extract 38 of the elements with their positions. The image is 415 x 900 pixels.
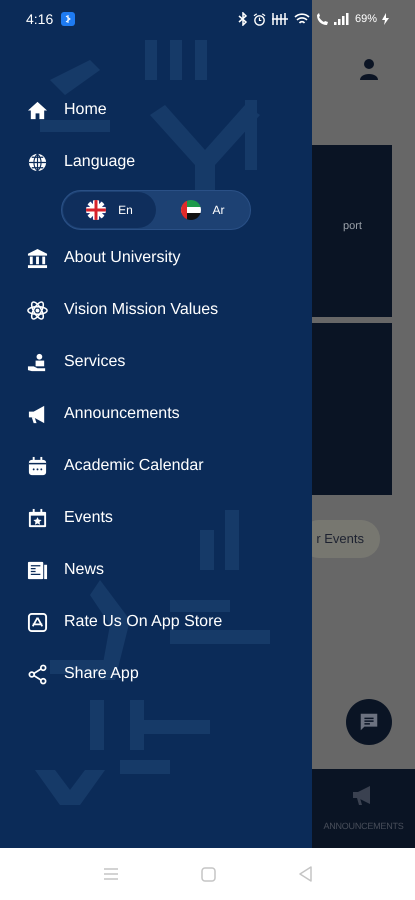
atom-icon	[27, 300, 48, 320]
chat-button[interactable]	[346, 699, 392, 745]
menu-item[interactable]: Academic Calendar	[0, 440, 312, 492]
bluetooth-icon	[238, 12, 248, 26]
flag-icon	[180, 200, 200, 220]
calendar-icon	[27, 456, 48, 476]
hand-service-icon	[27, 352, 48, 372]
building-icon	[27, 248, 48, 268]
globe-icon	[27, 152, 48, 172]
app-notification-icon	[61, 12, 76, 26]
app-store-icon	[27, 612, 48, 632]
profile-icon[interactable]	[359, 58, 379, 80]
event-calendar-icon	[27, 508, 48, 528]
letter-shape	[40, 120, 110, 132]
back-icon[interactable]	[298, 866, 312, 882]
clock: 4:16	[26, 10, 54, 28]
home-icon	[27, 100, 48, 120]
menu-item[interactable]: Share App	[0, 648, 312, 700]
wifi-icon	[294, 12, 310, 26]
newspaper-icon	[27, 560, 48, 580]
charging-icon	[382, 13, 389, 25]
card-label: port	[343, 218, 362, 234]
menu-icon[interactable]	[102, 867, 118, 881]
signal-icon	[334, 13, 350, 25]
call-icon	[314, 12, 329, 26]
home-button-icon[interactable]	[200, 866, 216, 882]
share-icon	[27, 664, 48, 684]
chat-icon	[358, 711, 380, 733]
menu-item[interactable]: Rate Us On App Store	[0, 596, 312, 648]
alarm-icon	[252, 12, 266, 26]
menu-item[interactable]: Services	[0, 336, 312, 388]
language-option[interactable]: En	[63, 192, 156, 228]
data-icon	[270, 12, 289, 26]
menu-item[interactable]: Home	[0, 84, 312, 136]
menu-item[interactable]: Announcements	[0, 388, 312, 440]
battery-level: 69%	[354, 12, 377, 27]
language-option[interactable]: Ar	[156, 192, 249, 228]
flag-icon	[86, 200, 106, 220]
